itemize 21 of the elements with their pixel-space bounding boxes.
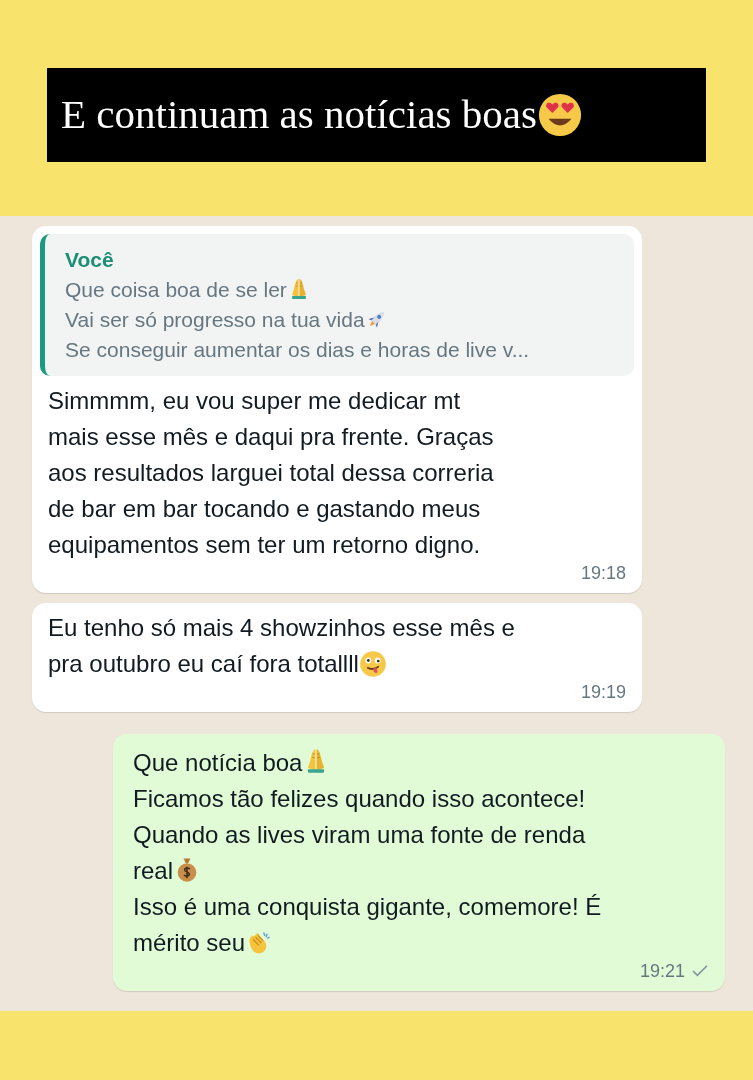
quote-text: Vai ser só progresso na tua vida (65, 307, 365, 331)
message-text: Eu tenho só mais 4 showzinhos esse mês e (48, 613, 515, 641)
message-text: Ficamos tão felizes quando isso acontece! (133, 784, 586, 812)
quote-text: Se conseguir aumentar os dias e horas de live v... (65, 337, 530, 361)
message-text: aos resultados larguei total dessa correria (48, 458, 494, 486)
message-time: 19:19 (580, 680, 626, 704)
quote-text: Que coisa boa de se ler (65, 277, 287, 301)
message-text: Que notícia boa (133, 748, 303, 776)
message-text: de bar em bar tocando e gastando meus (48, 494, 481, 522)
message-text: Isso é uma conquista gigante, comemore! É (133, 892, 602, 920)
message-text: mérito seu (133, 928, 246, 956)
message-text: real (133, 856, 174, 884)
title-text: E continuam as notícias boas (61, 90, 537, 140)
message-text: equipamentos sem ter um retorno digno. (48, 530, 481, 558)
message-text: mais esse mês e daqui pra frente. Graças (48, 422, 494, 450)
message-text: Simmmm, eu vou super me dedicar mt (48, 386, 461, 414)
message-time: 19:21 (639, 959, 685, 983)
quote-author: Você (65, 247, 115, 273)
message-text: pra outubro eu caí fora totallll (48, 649, 359, 677)
message-time: 19:18 (580, 561, 626, 585)
message-text: Quando as lives viram uma fonte de renda (133, 820, 586, 848)
